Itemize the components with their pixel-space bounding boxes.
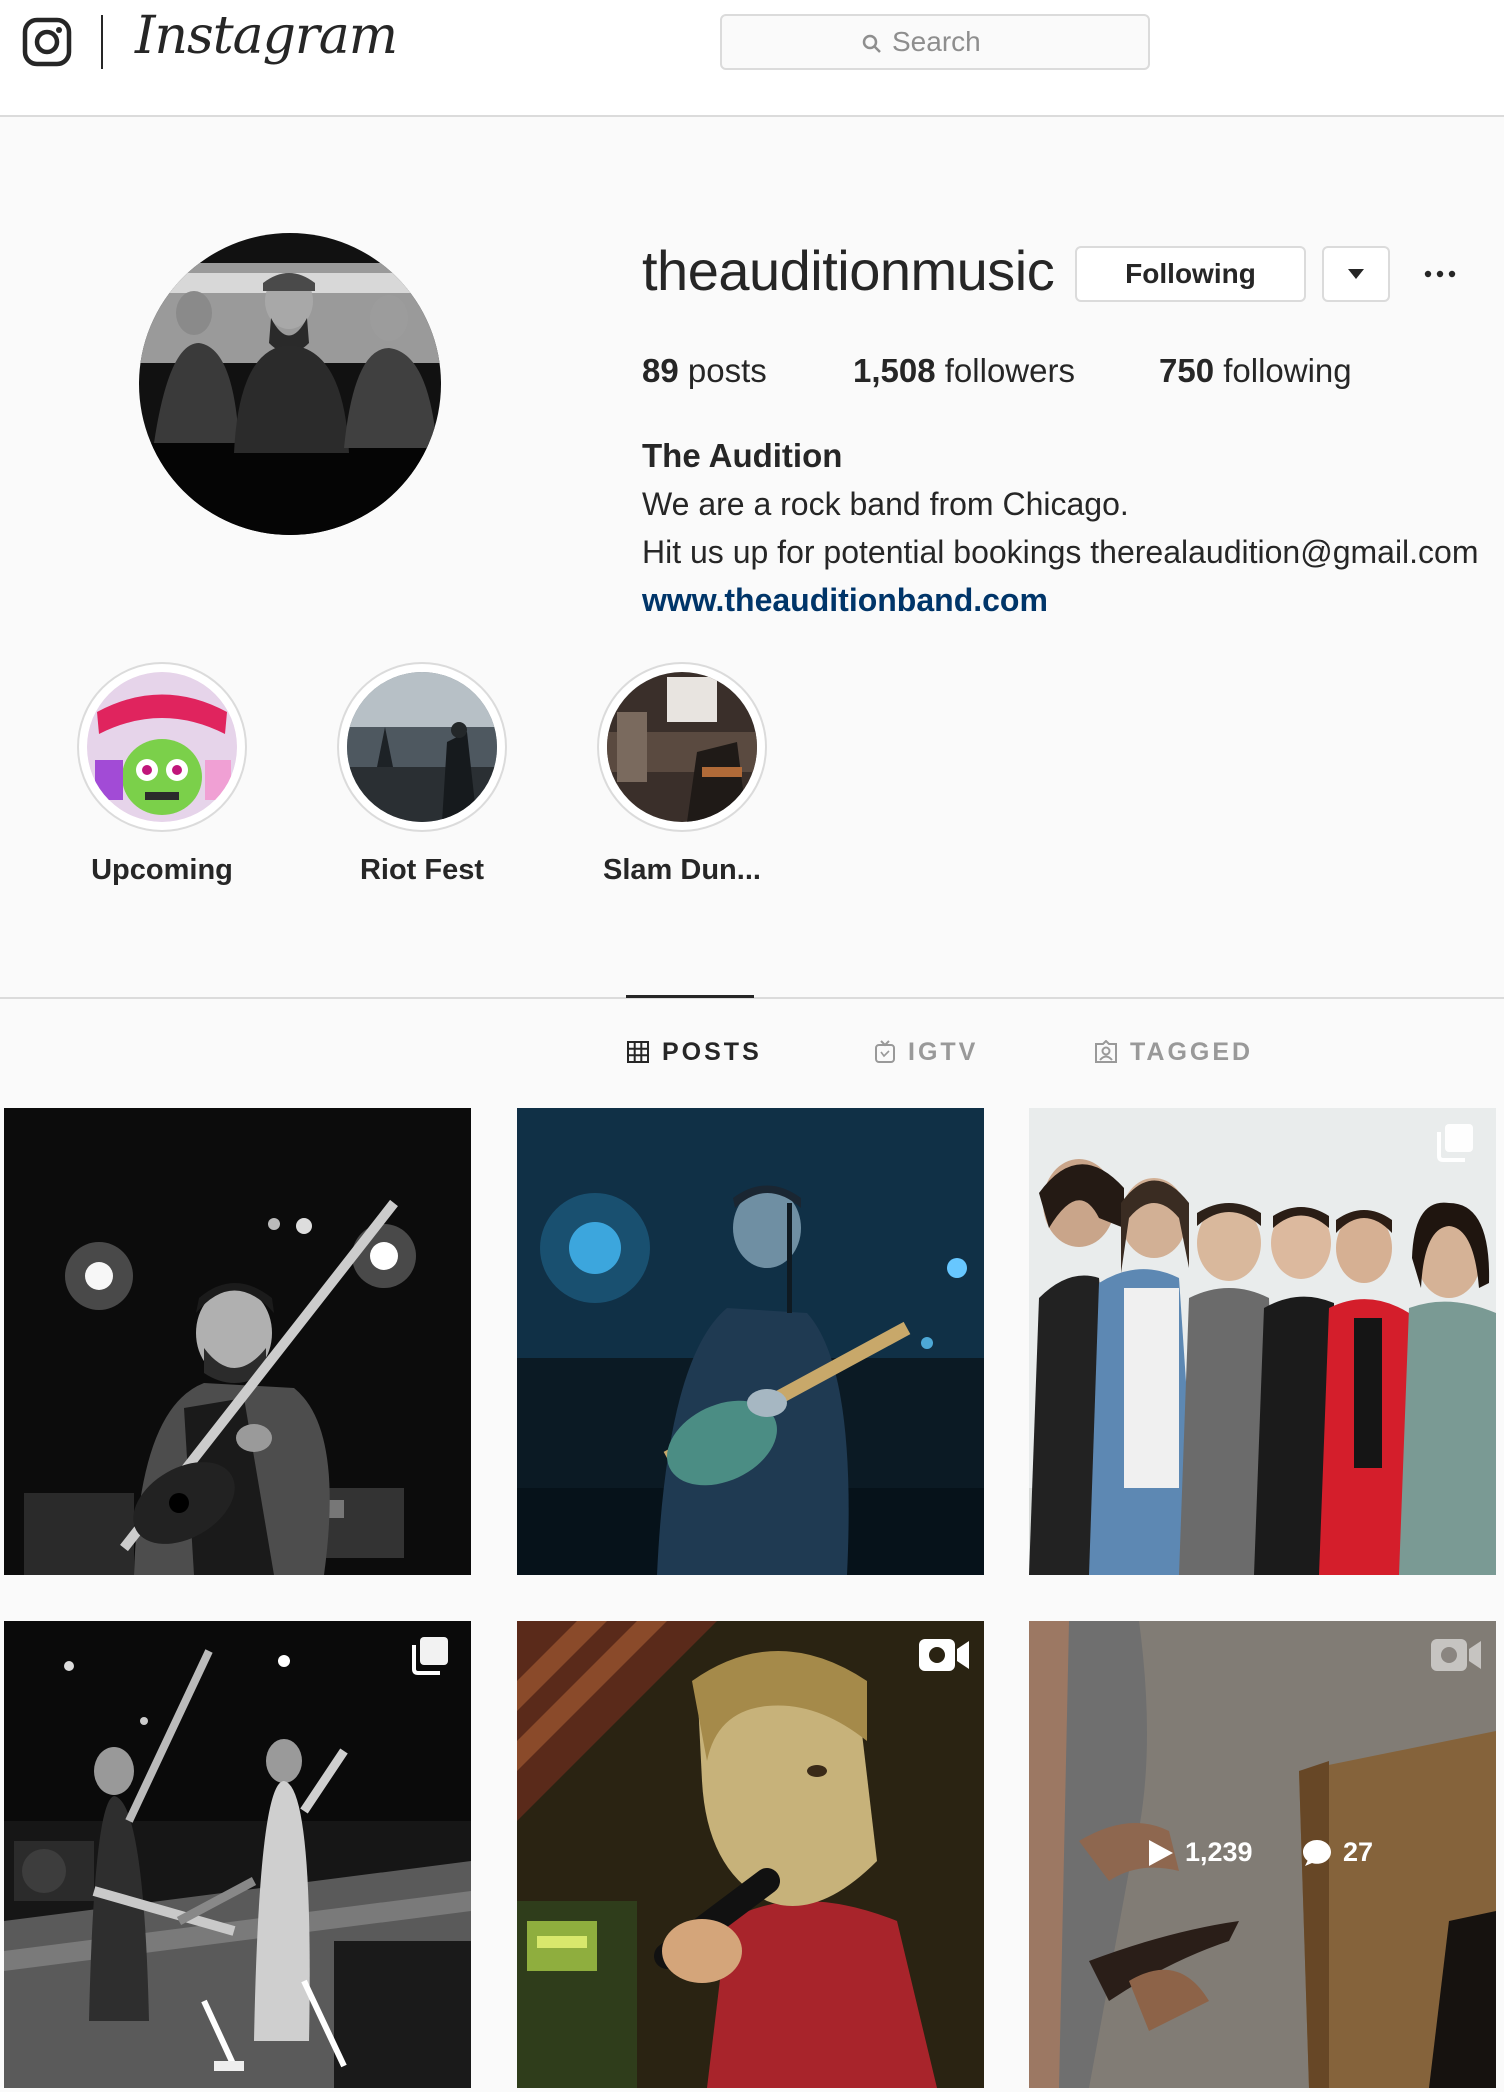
profile-full-name: The Audition (642, 437, 843, 474)
bio-line-2: Hit us up for potential bookings thereal… (642, 534, 1479, 570)
video-icon (919, 1639, 969, 1671)
followers-label: followers (944, 352, 1075, 389)
profile-website-link[interactable]: www.theauditionband.com (642, 576, 1479, 624)
following-stat[interactable]: 750 following (1159, 352, 1352, 390)
bio-line-1: We are a rock band from Chicago. (642, 486, 1129, 522)
caret-down-icon (1348, 269, 1364, 279)
search-icon (862, 34, 881, 53)
profile-avatar[interactable] (139, 233, 441, 535)
tab-label: TAGGED (1130, 1037, 1254, 1066)
suggested-dropdown-button[interactable] (1322, 246, 1390, 302)
followers-count: 1,508 (853, 352, 936, 389)
post-image (4, 1108, 471, 1575)
carousel-icon (1437, 1124, 1473, 1162)
post-image (517, 1621, 984, 2088)
posts-stat: 89 posts (642, 352, 767, 390)
highlight-label: Slam Dun... (603, 854, 761, 886)
play-count-value: 1,239 (1185, 1837, 1253, 1867)
more-options-button[interactable] (1418, 252, 1462, 296)
highlight-slam-dunk[interactable]: Slam Dun... (597, 662, 767, 887)
highlight-ring (337, 662, 507, 832)
profile-username: theauditionmusic (642, 239, 1055, 302)
post-image (1029, 1108, 1496, 1575)
active-tab-indicator (626, 995, 754, 998)
profile-bio: The Audition We are a rock band from Chi… (642, 432, 1479, 624)
following-button[interactable]: Following (1075, 246, 1306, 302)
instagram-wordmark[interactable]: Instagram (135, 6, 398, 66)
grid-icon (627, 1041, 649, 1063)
post-thumbnail[interactable] (517, 1621, 984, 2088)
post-thumbnail[interactable] (4, 1621, 471, 2088)
post-hover-overlay: 1,239 27 (1029, 1621, 1496, 2088)
tab-label: POSTS (662, 1037, 762, 1066)
search-box[interactable] (720, 14, 1150, 70)
tab-posts[interactable]: POSTS (626, 1036, 762, 1068)
post-image (4, 1621, 471, 2088)
nav-divider (101, 15, 103, 69)
tab-tagged[interactable]: TAGGED (1094, 1036, 1253, 1068)
play-icon (1149, 1839, 1173, 1866)
tab-igtv[interactable]: IGTV (874, 1036, 978, 1068)
posts-count: 89 (642, 352, 679, 389)
highlight-cover (87, 672, 237, 822)
carousel-icon (412, 1637, 448, 1675)
followers-stat[interactable]: 1,508 followers (853, 352, 1075, 390)
highlight-label: Riot Fest (359, 854, 485, 886)
post-thumbnail[interactable] (4, 1108, 471, 1575)
highlight-cover (607, 672, 757, 822)
highlight-label: Upcoming (91, 854, 233, 886)
avatar-photo (139, 233, 441, 535)
highlight-riot-fest[interactable]: Riot Fest (337, 662, 507, 887)
more-dots-icon (1424, 270, 1456, 278)
highlight-ring (77, 662, 247, 832)
top-nav: Instagram (0, 0, 1504, 117)
post-thumbnail[interactable] (517, 1108, 984, 1575)
post-image (517, 1108, 984, 1575)
tab-label: IGTV (908, 1037, 979, 1066)
igtv-icon (875, 1040, 895, 1063)
highlight-upcoming[interactable]: Upcoming (77, 662, 247, 887)
comment-count: 27 (1301, 1837, 1373, 1868)
highlight-cover (347, 672, 497, 822)
play-count: 1,239 (1147, 1837, 1253, 1868)
search-input[interactable] (892, 24, 1132, 60)
comment-icon (1303, 1839, 1331, 1866)
tagged-icon (1095, 1040, 1117, 1063)
instagram-logo-icon[interactable] (22, 17, 72, 67)
highlight-ring (597, 662, 767, 832)
posts-label: posts (687, 352, 767, 389)
post-thumbnail[interactable] (1029, 1108, 1496, 1575)
post-thumbnail[interactable]: 1,239 27 (1029, 1621, 1496, 2088)
comment-count-value: 27 (1343, 1837, 1374, 1867)
following-count: 750 (1159, 352, 1215, 389)
following-label: following (1223, 352, 1352, 389)
